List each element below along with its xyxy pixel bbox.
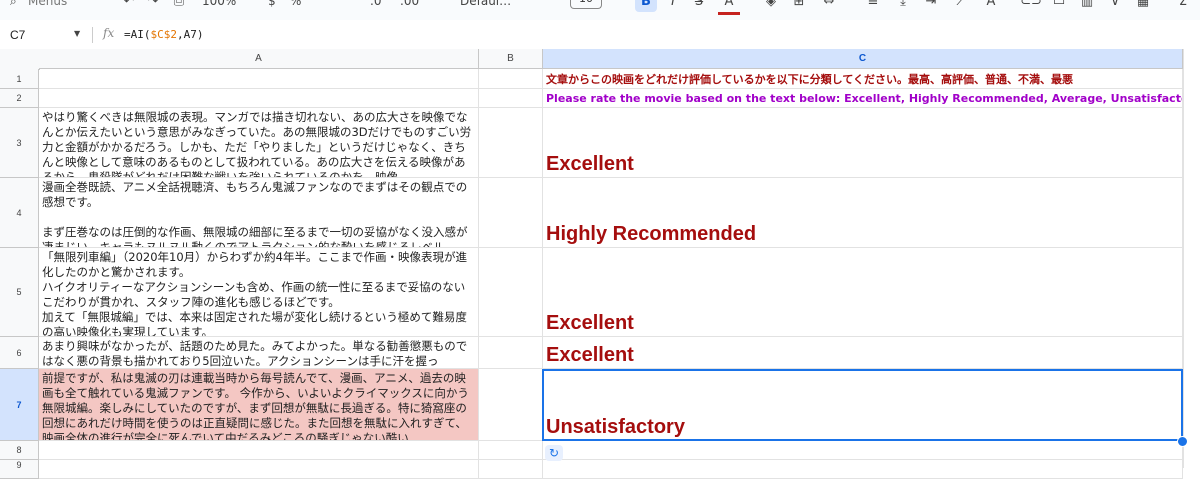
cell-b1[interactable] [479,69,543,89]
row-header[interactable]: 8 [0,441,39,460]
formula-prefix: =AI( [124,28,151,41]
cell-c5[interactable]: Excellent [543,248,1183,337]
refresh-icon[interactable]: ↻ [545,445,563,461]
decrease-decimal-icon[interactable]: .0 [370,0,381,8]
cell-b4[interactable] [479,178,543,248]
cell-c6[interactable]: Excellent [543,337,1183,369]
toolbar: ⌕ Menus ↶ ↷ ⎙ 100% $ % .0 .00 Defaul… 10… [0,0,1200,21]
divider [92,27,93,43]
cell-a1[interactable] [39,69,479,89]
row-header[interactable]: 7 [0,369,39,441]
percent-icon[interactable]: % [290,0,301,8]
cell-b3[interactable] [479,108,543,178]
chart-icon[interactable]: ▥ [1076,0,1098,12]
cell-b8[interactable] [479,441,543,460]
comment-icon[interactable]: ▭ [1048,0,1070,12]
valign-icon[interactable]: ⤓ [892,0,914,12]
row-header[interactable]: 6 [0,337,39,369]
italic-button[interactable]: I [662,0,684,12]
cell-a8[interactable] [39,441,479,460]
align-icon[interactable]: ≡ [862,0,884,12]
row-header[interactable]: 3 [0,108,39,178]
zoom-select[interactable]: 100% [202,0,236,8]
cell-c8[interactable] [543,441,1183,460]
font-select[interactable]: Defaul… [460,0,511,8]
fx-icon: fx [103,26,115,40]
row-header[interactable]: 1 [0,69,39,89]
text-color-button[interactable]: A [718,0,740,15]
name-box[interactable]: C7 [10,28,25,42]
bold-button[interactable]: B [635,0,657,12]
link-icon[interactable]: ⊂⊃ [1020,0,1042,12]
cell-b7[interactable] [479,369,543,441]
redo-icon[interactable]: ↷ [142,0,164,12]
cell-a4[interactable]: 漫画全巻既読、アニメ全話視聴済、もちろん鬼滅ファンなのでまずはその観点での感想で… [39,178,479,248]
row-header[interactable]: 9 [0,460,39,479]
formula-bar: C7 ▼ fx =AI($C$2,A7) [0,20,1200,51]
rotate-icon[interactable]: ⟋ [950,0,972,12]
menus-search[interactable]: Menus [28,0,67,8]
functions-icon[interactable]: Σ [1172,0,1194,12]
cell-a3[interactable]: やはり驚くべきは無限城の表現。マンガでは描き切れない、あの広大さを映像でなんとか… [39,108,479,178]
strikethrough-button[interactable]: S [688,0,710,12]
currency-icon[interactable]: $ [268,0,276,8]
cell-b6[interactable] [479,337,543,369]
formula-suffix: ,A7) [177,28,204,41]
cell-b5[interactable] [479,248,543,337]
row-header[interactable]: 2 [0,89,39,108]
merge-icon[interactable]: ⇔ [818,0,840,12]
formula-input[interactable]: =AI($C$2,A7) [124,28,204,41]
filter-views-icon[interactable]: ▦ [1132,0,1154,12]
search-icon[interactable]: ⌕ [10,0,17,9]
wrap-icon[interactable]: ⇥ [920,0,942,12]
cell-a7[interactable]: 前提ですが、私は鬼滅の刃は連載当時から毎号読んでて、漫画、アニメ、過去の映画も全… [39,369,479,441]
name-box-dropdown-icon[interactable]: ▼ [74,29,80,38]
cell-b2[interactable] [479,89,543,108]
print-icon[interactable]: ⎙ [168,0,190,12]
text-size-icon[interactable]: A [980,0,1002,12]
cell-a6[interactable]: あまり興味がなかったが、話題のため見た。みてよかった。単なる勧善懲悪ものではなく… [39,337,479,369]
column-headers: A B C [0,49,1200,70]
cell-a2[interactable] [39,89,479,108]
column-header-b[interactable]: B [479,49,543,69]
cell-a9[interactable] [39,460,479,479]
row-header[interactable]: 4 [0,178,39,248]
filter-icon[interactable]: ⊽ [1104,0,1126,12]
select-all-corner[interactable] [0,49,40,70]
cell-c7[interactable]: Unsatisfactory [543,369,1183,441]
increase-decimal-icon[interactable]: .00 [400,0,419,8]
cell-c3[interactable]: Excellent [543,108,1183,178]
column-header-c[interactable]: C [543,49,1183,69]
right-gutter [1183,49,1200,468]
cell-b9[interactable] [479,460,543,479]
cell-c9[interactable] [543,460,1183,479]
cell-c1[interactable]: 文章からこの映画をどれだけ評価しているかを以下に分類してください。最高、高評価、… [543,69,1183,89]
cell-a5[interactable]: 「無限列車編」（2020年10月）からわずか約4年半。ここまで作画・映像表現が進… [39,248,479,337]
cell-c4[interactable]: Highly Recommended [543,178,1183,248]
column-header-a[interactable]: A [39,49,479,69]
row-header[interactable]: 5 [0,248,39,337]
font-size-input[interactable]: 10 [570,0,602,9]
fill-color-icon[interactable]: ◈ [760,0,782,12]
borders-icon[interactable]: ⊞ [788,0,810,12]
cell-c2[interactable]: Please rate the movie based on the text … [543,89,1183,108]
undo-icon[interactable]: ↶ [118,0,140,12]
formula-reference: $C$2 [150,28,178,41]
fill-handle[interactable] [1177,436,1188,447]
